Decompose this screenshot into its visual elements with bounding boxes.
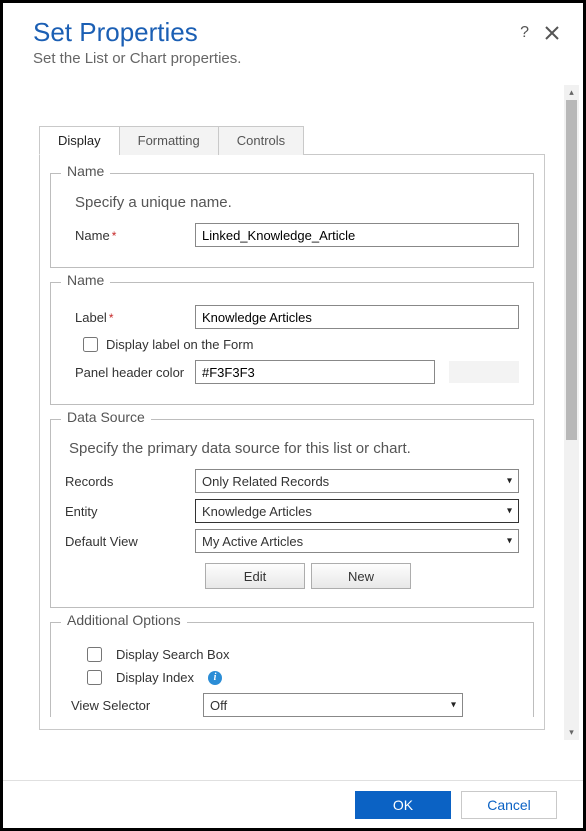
help-icon[interactable]: ? [520,25,529,41]
tab-strip: Display Formatting Controls [39,125,545,155]
required-asterisk: * [112,229,117,243]
tab-display[interactable]: Display [39,126,120,155]
legend-name: Name [61,163,110,179]
fieldset-additional-options: Additional Options Display Search Box Di… [50,622,534,717]
label-records: Records [65,474,195,489]
fieldset-name: Name Specify a unique name. Name* [50,173,534,268]
display-index-checkbox[interactable] [87,670,102,685]
label-view-selector: View Selector [71,698,203,713]
chevron-down-icon: ▾ [451,700,456,711]
dialog-subtitle: Set the List or Chart properties. [33,50,559,67]
instruction-unique-name: Specify a unique name. [75,194,519,211]
dialog-footer: OK Cancel [3,780,583,828]
label-default-view: Default View [65,534,195,549]
color-swatch[interactable] [449,361,519,383]
label-entity: Entity [65,504,195,519]
records-select[interactable]: Only Related Records ▾ [195,469,519,493]
chevron-down-icon: ▾ [507,506,512,517]
label-label: Label* [75,310,195,325]
tab-controls[interactable]: Controls [218,126,304,155]
content-area: ▴ ▾ Display Formatting Controls Name Spe… [3,85,583,780]
fieldset-data-source: Data Source Specify the primary data sou… [50,419,534,608]
instruction-data-source: Specify the primary data source for this… [69,440,519,457]
close-icon[interactable] [545,26,559,40]
display-search-text: Display Search Box [116,647,229,662]
display-label-text: Display label on the Form [106,337,253,352]
tab-panel-display: Name Specify a unique name. Name* Name L… [39,155,545,730]
chevron-down-icon: ▾ [507,536,512,547]
new-button[interactable]: New [311,563,411,589]
view-selector-select[interactable]: Off ▾ [203,693,463,717]
display-label-checkbox[interactable] [83,337,98,352]
dialog-header: Set Properties Set the List or Chart pro… [3,3,583,67]
label-input[interactable] [195,305,519,329]
display-index-text: Display Index [116,670,194,685]
tab-formatting[interactable]: Formatting [119,126,219,155]
cancel-button[interactable]: Cancel [461,791,557,819]
default-view-select[interactable]: My Active Articles ▾ [195,529,519,553]
dialog-window: Set Properties Set the List or Chart pro… [0,0,586,831]
legend-label: Name [61,272,110,288]
scrollbar-thumb[interactable] [566,100,577,440]
label-name: Name* [75,228,195,243]
info-icon[interactable]: i [208,671,222,685]
edit-button[interactable]: Edit [205,563,305,589]
entity-value: Knowledge Articles [202,504,312,519]
default-view-value: My Active Articles [202,534,303,549]
ok-button[interactable]: OK [355,791,451,819]
records-value: Only Related Records [202,474,329,489]
legend-data-source: Data Source [61,409,151,425]
vertical-scrollbar[interactable]: ▴ ▾ [564,85,579,740]
legend-additional: Additional Options [61,612,187,628]
name-input[interactable] [195,223,519,247]
entity-select[interactable]: Knowledge Articles ▾ [195,499,519,523]
label-panel-color: Panel header color [75,365,195,380]
scroll-up-icon[interactable]: ▴ [564,85,579,100]
display-search-checkbox[interactable] [87,647,102,662]
panel-color-input[interactable] [195,360,435,384]
scroll-down-icon[interactable]: ▾ [564,725,579,740]
fieldset-label: Name Label* Display label on the Form Pa… [50,282,534,405]
view-selector-value: Off [210,698,227,713]
chevron-down-icon: ▾ [507,476,512,487]
dialog-title: Set Properties [33,17,559,48]
required-asterisk: * [109,311,114,325]
